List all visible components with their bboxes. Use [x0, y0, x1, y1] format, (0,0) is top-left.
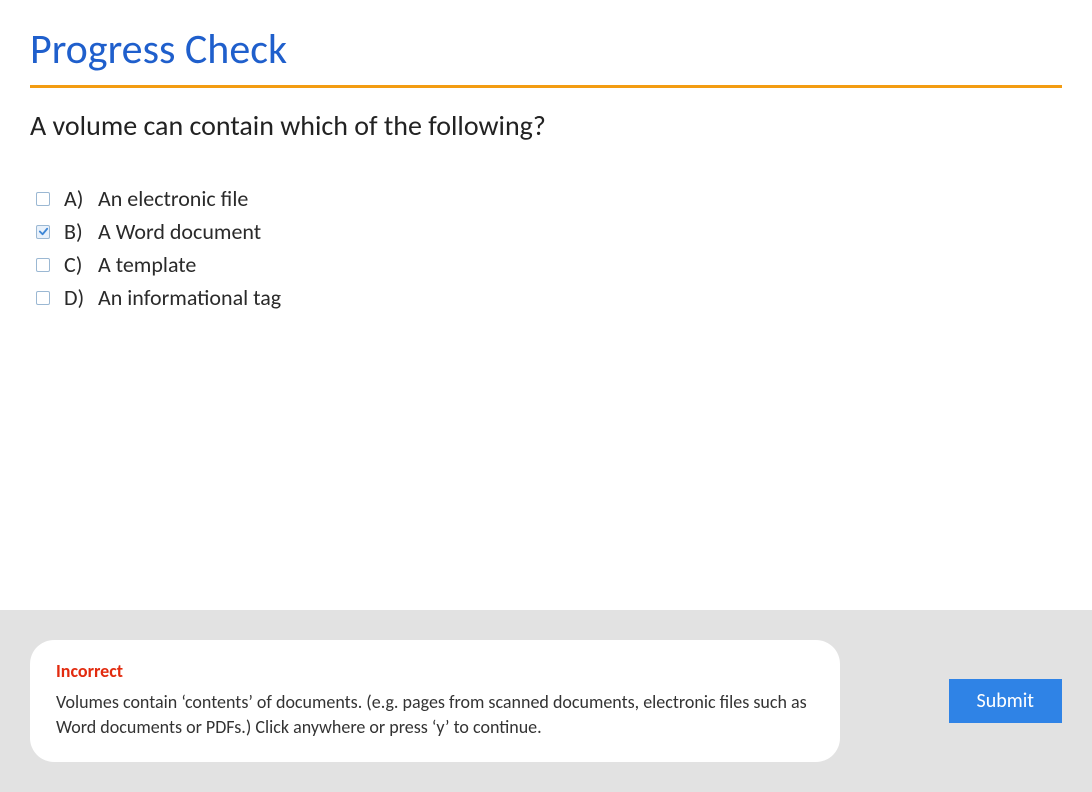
feedback-panel: Incorrect Volumes contain ‘contents’ of …	[30, 640, 840, 762]
checkbox-b[interactable]	[36, 225, 50, 239]
submit-button[interactable]: Submit	[949, 679, 1062, 723]
option-c-label: C) A template	[64, 251, 196, 278]
option-a-label: A) An electronic file	[64, 185, 248, 212]
checkbox-d[interactable]	[36, 291, 50, 305]
footer-area: Incorrect Volumes contain ‘contents’ of …	[0, 610, 1092, 792]
option-b[interactable]: B) A Word document	[36, 218, 1062, 245]
option-a[interactable]: A) An electronic file	[36, 185, 1062, 212]
checkbox-c[interactable]	[36, 258, 50, 272]
title-divider	[30, 85, 1062, 88]
option-b-label: B) A Word document	[64, 218, 261, 245]
option-d[interactable]: D) An informational tag	[36, 284, 1062, 311]
page-title: Progress Check	[30, 24, 1062, 75]
question-text: A volume can contain which of the follow…	[30, 108, 1062, 143]
feedback-text: Volumes contain ‘contents’ of documents.…	[56, 690, 814, 740]
checkbox-a[interactable]	[36, 192, 50, 206]
option-d-label: D) An informational tag	[64, 284, 281, 311]
option-c[interactable]: C) A template	[36, 251, 1062, 278]
feedback-title: Incorrect	[56, 660, 814, 682]
options-list: A) An electronic file B) A Word document…	[30, 185, 1062, 311]
